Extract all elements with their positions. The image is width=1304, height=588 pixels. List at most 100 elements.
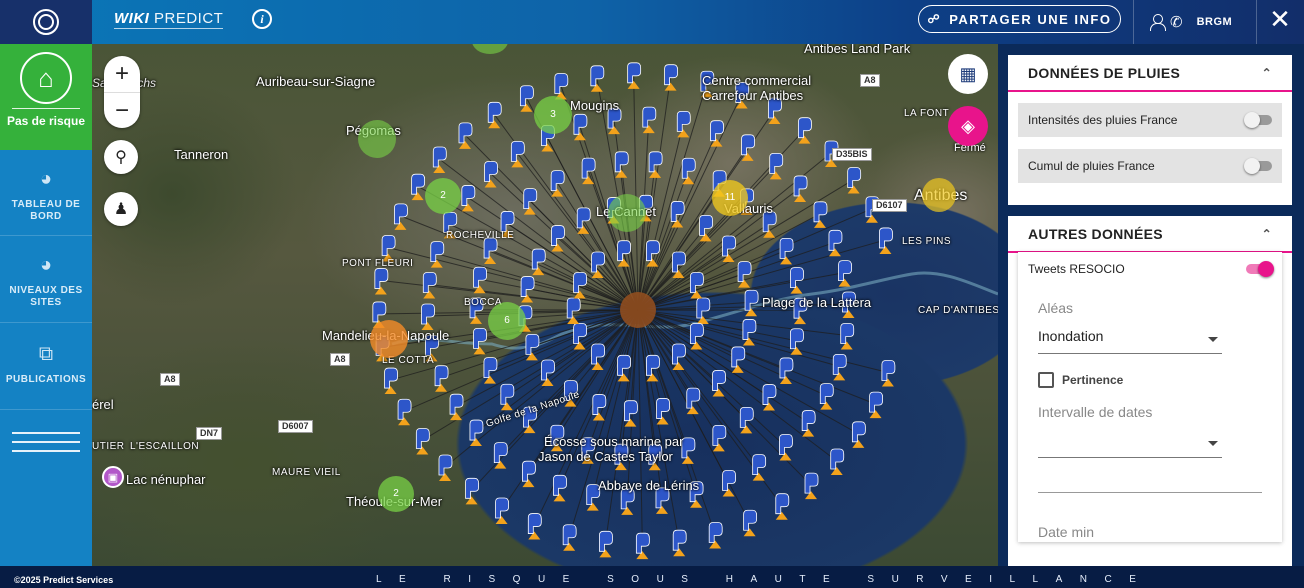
tweet-marker[interactable] [449, 393, 464, 421]
tweet-marker[interactable] [801, 410, 816, 437]
dates-select[interactable] [1038, 432, 1222, 458]
tweet-marker[interactable] [832, 353, 847, 381]
tweet-marker[interactable] [742, 319, 757, 346]
map-view[interactable]: Saï adrechs Auribeau-sur-Siagne Pégomas … [92, 44, 998, 566]
tweet-marker[interactable] [562, 524, 577, 551]
cluster-marker[interactable]: 11 [712, 180, 748, 216]
tweet-marker[interactable] [739, 406, 754, 434]
zoom-out-button[interactable]: − [104, 92, 140, 128]
tweet-marker[interactable] [614, 151, 629, 178]
tweet-marker[interactable] [411, 173, 426, 201]
pertinence-checkbox[interactable] [1038, 372, 1054, 388]
tweet-marker[interactable] [681, 437, 696, 464]
user-area[interactable]: ✆ BRGM [1133, 0, 1257, 44]
tweet-marker[interactable] [840, 323, 855, 350]
tweet-marker[interactable] [881, 360, 896, 387]
tweet-marker[interactable] [712, 370, 726, 397]
sidebar-item-home[interactable]: ⌂ Pas de risque [0, 44, 92, 150]
tweet-marker[interactable] [473, 266, 487, 294]
tweet-marker[interactable] [741, 134, 755, 161]
tweet-marker[interactable] [430, 241, 445, 268]
tweet-marker[interactable] [779, 434, 793, 461]
close-icon[interactable]: ✕ [1266, 6, 1294, 34]
spider-center[interactable] [620, 292, 656, 328]
tweet-marker[interactable] [487, 101, 502, 129]
tweet-marker[interactable] [520, 276, 535, 303]
tweet-marker[interactable] [415, 428, 430, 455]
date-range-field[interactable] [1038, 492, 1262, 493]
tweet-marker[interactable] [500, 383, 515, 411]
tweet-marker[interactable] [648, 151, 663, 178]
cluster-marker[interactable]: 3 [534, 96, 572, 134]
tweet-marker[interactable] [790, 267, 804, 294]
tweet-marker[interactable] [672, 529, 687, 557]
tweet-marker[interactable] [573, 113, 588, 141]
tweet-marker[interactable] [394, 203, 408, 230]
sidebar-item-dashboard[interactable]: ◕ TABLEAU DE BORD [0, 150, 92, 236]
tweet-marker[interactable] [737, 261, 752, 288]
tweet-marker[interactable] [830, 448, 845, 476]
tweet-marker[interactable] [397, 398, 412, 426]
tweet-marker[interactable] [664, 64, 678, 91]
share-info-button[interactable]: ☍ PARTAGER UNE INFO [918, 5, 1121, 33]
tweet-marker[interactable] [769, 153, 784, 180]
tweet-marker[interactable] [458, 122, 473, 149]
tweet-marker[interactable] [432, 146, 447, 173]
aleas-select[interactable]: Inondation [1038, 328, 1222, 354]
cluster-marker[interactable]: 2 [425, 178, 461, 214]
tweet-marker[interactable] [551, 225, 565, 252]
tweet-marker[interactable] [553, 474, 567, 502]
camera-icon[interactable]: ▣ [102, 466, 124, 488]
tweet-marker[interactable] [804, 472, 819, 500]
cluster-marker[interactable] [370, 320, 408, 358]
tweet-marker[interactable] [465, 477, 479, 505]
tweet-marker[interactable] [686, 387, 701, 415]
tweet-marker[interactable] [813, 201, 828, 228]
tweet-marker[interactable] [599, 530, 613, 558]
chevron-up-icon[interactable]: ⌃ [1262, 66, 1272, 80]
tweet-marker[interactable] [869, 391, 883, 419]
tweet-marker[interactable] [712, 424, 727, 452]
chevron-up-icon[interactable]: ⌃ [1262, 227, 1272, 241]
tweet-marker[interactable] [384, 367, 398, 395]
tweet-marker[interactable] [469, 419, 484, 447]
tweet-marker[interactable] [838, 260, 852, 287]
tweet-marker[interactable] [775, 493, 790, 520]
sidebar-item-publications[interactable]: ⧉ PUBLICATIONS [0, 323, 92, 410]
cluster-marker[interactable] [608, 194, 646, 232]
tweet-marker[interactable] [592, 394, 607, 421]
tweet-marker[interactable] [819, 383, 834, 410]
tweet-marker[interactable] [493, 442, 508, 469]
tweet-marker[interactable] [510, 140, 525, 168]
tweet-marker[interactable] [627, 62, 642, 89]
tweet-marker[interactable] [525, 333, 540, 361]
tweet-marker[interactable] [635, 532, 650, 560]
tweet-marker[interactable] [879, 227, 893, 254]
tweet-marker[interactable] [642, 106, 657, 134]
tweet-marker[interactable] [656, 398, 670, 425]
tweet-marker[interactable] [851, 421, 866, 448]
user-icon[interactable] [1150, 14, 1166, 31]
tweet-marker[interactable] [483, 237, 498, 265]
tweet-marker[interactable] [550, 170, 565, 197]
rain-data-header[interactable]: DONNÉES DE PLUIES ⌃ [1008, 55, 1292, 92]
tweet-marker[interactable] [617, 240, 631, 267]
search-icon[interactable]: ⚲ [104, 140, 138, 174]
tweet-marker[interactable] [798, 117, 812, 144]
tweets-row[interactable]: Tweets RESOCIO [1028, 252, 1274, 286]
tweet-marker[interactable] [623, 400, 638, 427]
cluster-marker[interactable]: 6 [488, 302, 526, 340]
tweet-marker[interactable] [461, 185, 476, 212]
tweet-marker[interactable] [744, 289, 759, 317]
tweet-marker[interactable] [434, 365, 449, 392]
tweet-marker[interactable] [676, 110, 691, 138]
tweet-marker[interactable] [374, 268, 389, 295]
basemap-button[interactable]: ▦ [948, 54, 988, 94]
rain-cumul-row[interactable]: Cumul de pluies France [1018, 149, 1282, 183]
cluster-marker[interactable] [922, 178, 956, 212]
tweet-marker[interactable] [752, 454, 767, 481]
layers-button[interactable]: ◈ [948, 106, 988, 146]
menu-icon[interactable] [12, 432, 80, 459]
tweets-toggle[interactable] [1246, 261, 1274, 277]
tweet-marker[interactable] [527, 513, 542, 540]
